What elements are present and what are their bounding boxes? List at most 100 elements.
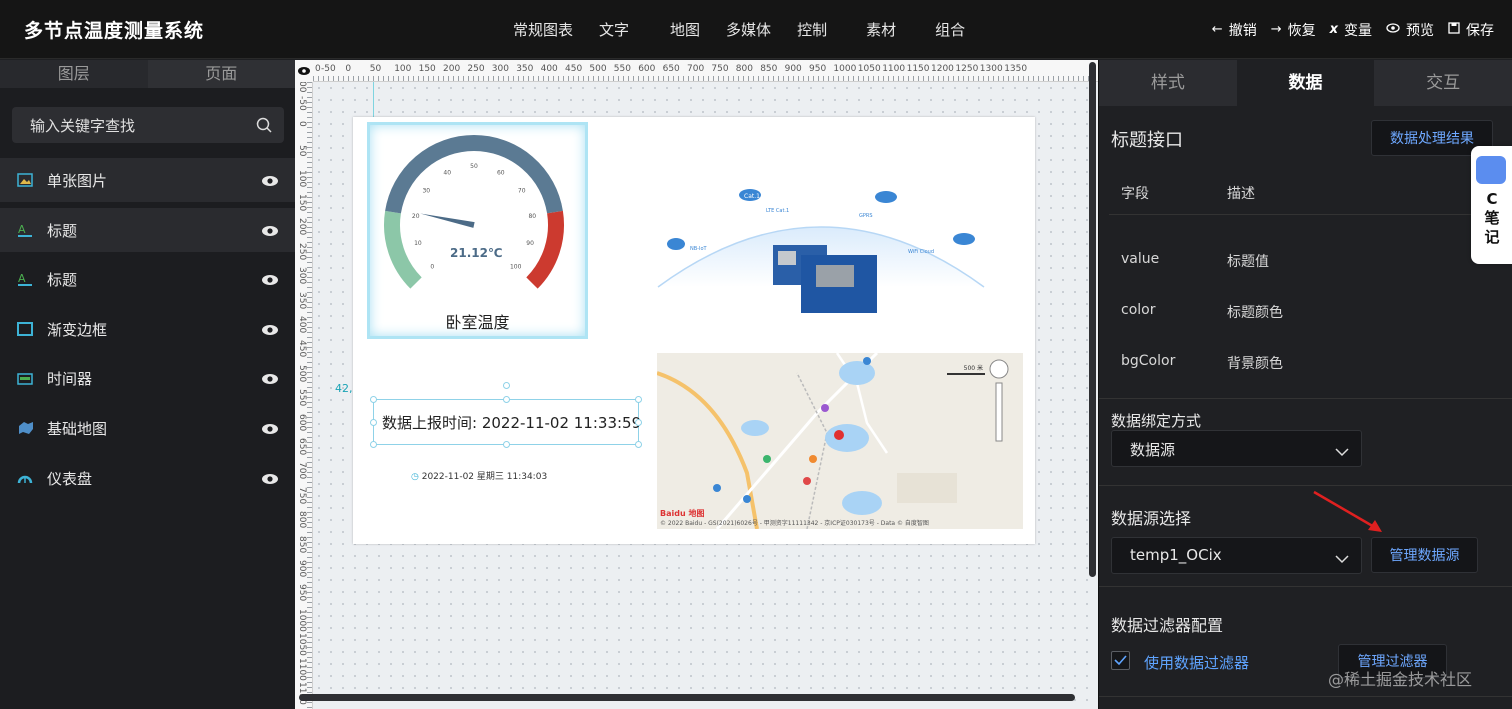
- menu-item-text[interactable]: 文字: [599, 19, 629, 40]
- note-widget[interactable]: C笔记: [1471, 146, 1512, 264]
- ruler-tick-label: 1350: [1004, 64, 1028, 74]
- layer-list: 单张图片 A 标题 A 标题 渐变边框 时间器 基础地图 仪表盘: [0, 158, 295, 505]
- ruler-tick-label: 400: [297, 316, 307, 334]
- variable-button[interactable]: x 变量: [1330, 20, 1372, 40]
- resize-handle[interactable]: [635, 441, 642, 448]
- layer-name: 仪表盘: [47, 469, 93, 488]
- gauge-band: [384, 210, 422, 289]
- title-text-icon: A: [17, 271, 35, 287]
- iot-illustration: Cat.1 LTE Cat.1 GPRS NB-IoT WiFi Cloud: [657, 189, 985, 313]
- menu-item-media[interactable]: 多媒体: [726, 19, 771, 40]
- ruler-tick-label: 950: [297, 584, 307, 602]
- layer-item-map[interactable]: 基础地图: [0, 405, 295, 450]
- search-icon[interactable]: [256, 117, 272, 137]
- source-label: 数据源选择: [1111, 509, 1192, 528]
- clock-icon: ◷: [411, 472, 422, 482]
- eye-icon[interactable]: [261, 271, 279, 290]
- tab-layers[interactable]: 图层: [0, 60, 148, 88]
- ruler-tick-label: 1100: [882, 64, 906, 74]
- gauge-icon: [17, 470, 35, 486]
- ruler-tick-label: 1000: [833, 64, 857, 74]
- resize-handle[interactable]: [503, 396, 510, 403]
- gauge-label: 卧室温度: [445, 313, 510, 332]
- map-scale: 500 米: [963, 365, 983, 372]
- ruler-tick-label: 850: [760, 64, 778, 74]
- use-filter-label[interactable]: 使用数据过滤器: [1144, 652, 1249, 673]
- undo-button[interactable]: ← 撤销: [1212, 20, 1257, 40]
- vertical-scrollbar[interactable]: [1089, 62, 1096, 577]
- iot-label: GPRS: [859, 213, 873, 219]
- layer-item-image[interactable]: 单张图片: [0, 158, 295, 202]
- table-row: bgColor 背景颜色: [1109, 337, 1503, 388]
- iot-module-image[interactable]: Cat.1 LTE Cat.1 GPRS NB-IoT WiFi Cloud: [656, 187, 986, 317]
- editor-canvas[interactable]: 0 -50 0 50 100 150 200 250 300 350 400 450 500 550 600…: [295, 60, 1098, 709]
- save-button[interactable]: 保存: [1448, 20, 1494, 40]
- manage-source-button[interactable]: 管理数据源: [1371, 537, 1478, 573]
- resize-handle[interactable]: [370, 441, 377, 448]
- ruler-tick-label: 200: [443, 64, 461, 74]
- ruler-tick-label: 1300: [979, 64, 1003, 74]
- ruler-tick-label: 1100: [297, 657, 307, 681]
- ruler-tick-label: 300: [491, 64, 509, 74]
- iot-label: NB-IoT: [690, 246, 708, 252]
- layer-name: 标题: [47, 221, 78, 240]
- tab-pages[interactable]: 页面: [147, 60, 295, 88]
- tab-interaction[interactable]: 交互: [1374, 60, 1512, 106]
- menu-item-charts[interactable]: 常规图表: [513, 19, 573, 40]
- eye-icon[interactable]: [261, 172, 279, 191]
- horizontal-scrollbar[interactable]: [299, 694, 1075, 701]
- layer-item-border[interactable]: 渐变边框: [0, 306, 295, 351]
- report-time-title[interactable]: 数据上报时间: 2022-11-02 11:33:59: [370, 382, 642, 448]
- ruler-eye-toggle[interactable]: [295, 60, 313, 82]
- field-name: color: [1121, 302, 1156, 318]
- resize-handle[interactable]: [370, 396, 377, 403]
- ruler-tick-label: 850: [297, 535, 307, 553]
- eye-icon[interactable]: [261, 370, 279, 389]
- source-select[interactable]: temp1_OCix: [1111, 537, 1362, 574]
- header-field: 字段: [1121, 186, 1149, 202]
- menu-item-assets[interactable]: 素材: [866, 19, 896, 40]
- report-time-text: 数据上报时间: 2022-11-02 11:33:59: [382, 414, 642, 432]
- title-text-icon: A: [17, 222, 35, 238]
- use-filter-checkbox[interactable]: [1111, 651, 1130, 670]
- menu-item-group[interactable]: 组合: [935, 19, 965, 40]
- rotate-handle[interactable]: [503, 382, 510, 389]
- preview-button[interactable]: 预览: [1386, 20, 1434, 40]
- binding-select[interactable]: 数据源: [1111, 430, 1362, 467]
- eye-icon[interactable]: [261, 222, 279, 241]
- menu-item-map[interactable]: 地图: [670, 19, 700, 40]
- gauge-tick-label: 10: [414, 240, 422, 247]
- timer-widget[interactable]: ◷ 2022-11-02 星期三 11:34:03: [411, 469, 547, 482]
- resize-handle[interactable]: [635, 419, 642, 426]
- ruler-tick-label: 900: [784, 64, 802, 74]
- eye-icon[interactable]: [261, 470, 279, 489]
- tab-style[interactable]: 样式: [1099, 60, 1237, 106]
- dashboard-screen[interactable]: 0 10 20 30 40 50 60 70 80 90 100 21.12℃ 卧室温度: [353, 117, 1035, 544]
- tab-data[interactable]: 数据: [1236, 60, 1375, 106]
- gauge-tick-label: 60: [497, 169, 505, 176]
- resize-handle[interactable]: [503, 441, 510, 448]
- gauge-tick-label: 80: [528, 213, 536, 220]
- filter-label: 数据过滤器配置: [1111, 616, 1224, 635]
- base-map-widget[interactable]: 500 米 Baidu 地图 © 2022 Baidu - GS(2021)60…: [657, 353, 1023, 529]
- menu-item-control[interactable]: 控制: [797, 19, 827, 40]
- redo-button[interactable]: → 恢复: [1271, 20, 1316, 40]
- eye-icon[interactable]: [261, 321, 279, 340]
- gauge-widget[interactable]: 0 10 20 30 40 50 60 70 80 90 100 21.12℃ 卧室温度: [367, 122, 588, 339]
- gauge-band: [385, 135, 563, 214]
- resize-handle[interactable]: [635, 396, 642, 403]
- gauge-value: 21.12℃: [450, 246, 503, 260]
- gauge-needle: [420, 213, 475, 228]
- layer-search-input[interactable]: 输入关键字查找: [12, 107, 284, 143]
- layer-item-title-2[interactable]: A 标题: [0, 257, 295, 302]
- layer-item-title-1[interactable]: A 标题: [0, 207, 295, 252]
- ruler-tick-label: 200: [297, 218, 307, 236]
- ruler-tick-label: 450: [565, 64, 583, 74]
- ruler-tick-label: 800: [297, 511, 307, 529]
- layer-item-gauge[interactable]: 仪表盘: [0, 455, 295, 500]
- ruler-tick-label: 250: [297, 242, 307, 260]
- eye-icon[interactable]: [261, 420, 279, 439]
- resize-handle[interactable]: [370, 419, 377, 426]
- ruler-tick-label: 1000: [297, 608, 307, 632]
- layer-item-timer[interactable]: 时间器: [0, 356, 295, 401]
